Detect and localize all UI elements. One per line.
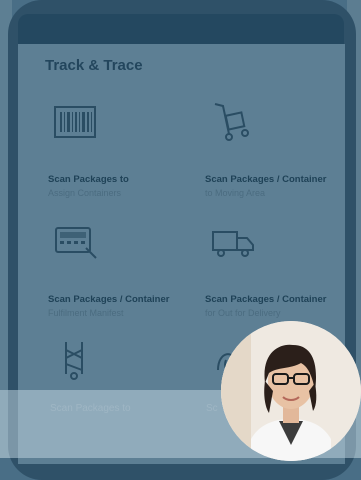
tile-subtitle: Assign Containers	[48, 188, 122, 198]
tile-moving-area[interactable]: Scan Packages / Container to Moving Area	[203, 102, 357, 212]
tile-title: Scan Packages / Container	[205, 174, 327, 185]
tile-title: Scan Packages / Container	[205, 294, 327, 305]
dolly-icon	[52, 340, 100, 380]
barcode-icon	[52, 102, 100, 142]
tile-fulfilment-manifest[interactable]: Scan Packages / Container Fulfilment Man…	[46, 222, 200, 332]
tile-subtitle: for Out for Delivery	[205, 308, 281, 318]
user-avatar-photo[interactable]	[221, 321, 361, 461]
tile-title-partial: Scan Packages to	[50, 403, 131, 414]
cash-register-icon	[52, 222, 100, 262]
tile-assign-containers[interactable]: Scan Packages to Assign Containers	[46, 102, 200, 212]
tile-subtitle: Fulfilment Manifest	[48, 308, 124, 318]
tile-out-for-delivery[interactable]: Scan Packages / Container for Out for De…	[203, 222, 357, 332]
tile-title-partial: Sc	[206, 403, 218, 414]
page-title: Track & Trace	[45, 57, 143, 74]
phone-status-bar	[18, 14, 344, 44]
tile-title: Scan Packages to	[48, 174, 129, 185]
hand-truck-icon	[209, 102, 257, 142]
delivery-truck-icon	[209, 222, 257, 262]
tile-subtitle: to Moving Area	[205, 188, 266, 198]
tile-title: Scan Packages / Container	[48, 294, 170, 305]
